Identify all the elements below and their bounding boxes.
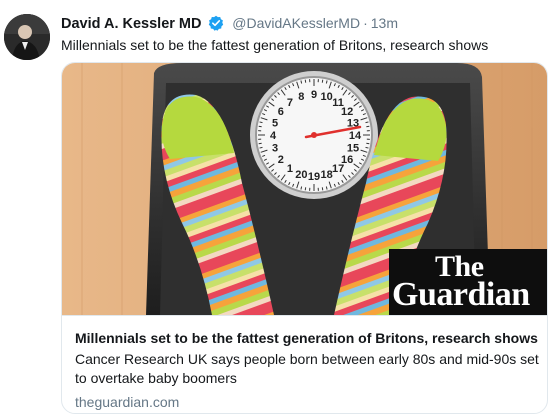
dial-number: 14 (349, 130, 362, 142)
tweet-header: David A. Kessler MD @DavidAKesslerMD · 13m (61, 13, 398, 33)
link-card[interactable]: 5 6 7 8 9 10 11 12 13 14 15 16 17 18 19 20 1 2 3 4 The Guar… (61, 62, 548, 414)
guardian-logo: The Guardian (389, 249, 547, 315)
dial-number: 2 (278, 154, 284, 166)
tweet[interactable]: David A. Kessler MD @DavidAKesslerMD · 13m… (0, 0, 550, 415)
dial-number: 10 (321, 91, 333, 103)
avatar-photo (4, 14, 50, 60)
dial-number: 19 (308, 171, 320, 183)
dial-number: 17 (332, 163, 344, 175)
author-name[interactable]: David A. Kessler MD (61, 16, 201, 32)
guardian-logo-line2: Guardian (392, 276, 530, 313)
dial-number: 4 (270, 130, 277, 142)
dial-number: 12 (341, 106, 353, 118)
card-image[interactable]: 5 6 7 8 9 10 11 12 13 14 15 16 17 18 19 20 1 2 3 4 The Guar… (62, 63, 547, 315)
tweet-timestamp[interactable]: 13m (371, 15, 398, 31)
dial-number: 7 (287, 97, 293, 109)
author-handle[interactable]: @DavidAKesslerMD (232, 15, 360, 31)
card-description: Cancer Research UK says people born betw… (75, 351, 539, 386)
dial-number: 6 (278, 106, 284, 118)
avatar[interactable] (4, 14, 50, 60)
card-body[interactable]: Millennials set to be the fattest genera… (62, 315, 547, 413)
dial-number: 8 (298, 91, 304, 103)
dial-number: 3 (272, 143, 278, 155)
dial-number: 9 (311, 89, 317, 101)
verified-badge-icon (208, 15, 224, 36)
dial-number: 1 (287, 163, 293, 175)
dial-number: 15 (347, 143, 359, 155)
dial-number: 20 (295, 169, 307, 181)
card-title[interactable]: Millennials set to be the fattest genera… (75, 329, 538, 348)
dial-number: 5 (272, 117, 278, 129)
tweet-text: Millennials set to be the fattest genera… (61, 37, 489, 53)
dial-number: 18 (321, 169, 333, 181)
separator-dot: · (363, 15, 368, 31)
card-domain: theguardian.com (75, 394, 180, 410)
